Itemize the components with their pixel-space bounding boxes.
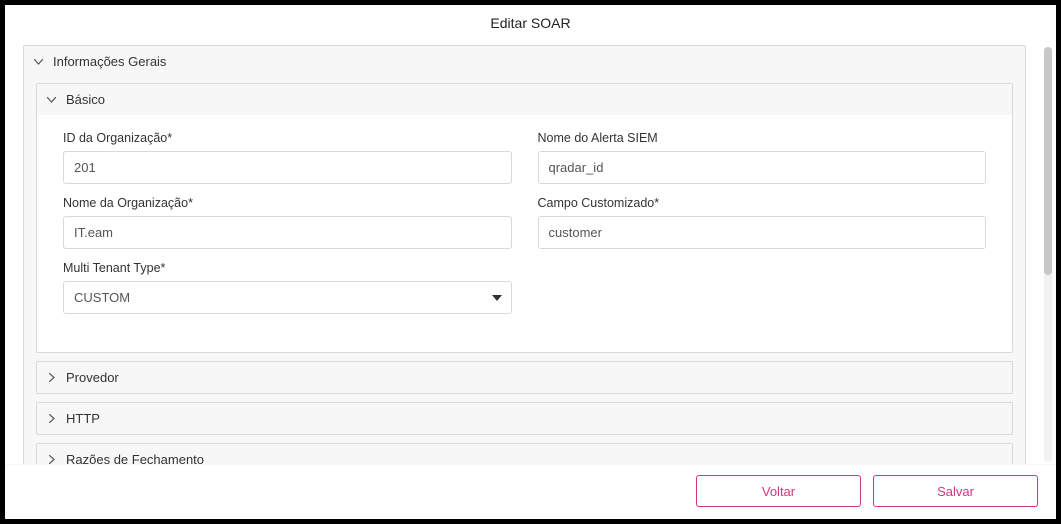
scrollbar-thumb[interactable] xyxy=(1044,47,1052,275)
panel-provedor: Provedor xyxy=(36,361,1013,394)
field-custom-field: Campo Customizado* xyxy=(538,196,987,249)
chevron-right-icon xyxy=(47,373,56,382)
back-button[interactable]: Voltar xyxy=(696,475,861,507)
label-custom-field: Campo Customizado* xyxy=(538,196,987,210)
dialog-editar-soar: Editar SOAR Informações Gerais xyxy=(5,5,1056,519)
form-row: ID da Organização* Nome da Organização* … xyxy=(63,131,986,326)
panel-http: HTTP xyxy=(36,402,1013,435)
input-org-name[interactable] xyxy=(63,216,512,249)
label-org-id: ID da Organização* xyxy=(63,131,512,145)
scrollbar-track[interactable] xyxy=(1044,47,1052,462)
chevron-down-icon xyxy=(47,95,56,104)
label-multi-tenant: Multi Tenant Type* xyxy=(63,261,512,275)
form-col-right: Nome do Alerta SIEM Campo Customizado* xyxy=(538,131,987,326)
panel-razoes-fechamento: Razões de Fechamento xyxy=(36,443,1013,464)
panel-basico: Básico ID da Organização* xyxy=(36,83,1013,353)
footer: Voltar Salvar xyxy=(5,464,1056,519)
content-scroll: Informações Gerais Básico xyxy=(5,45,1044,464)
select-multi-tenant[interactable]: CUSTOM xyxy=(63,281,512,314)
input-org-id[interactable] xyxy=(63,151,512,184)
panel-title: Razões de Fechamento xyxy=(66,452,204,464)
save-button[interactable]: Salvar xyxy=(873,475,1038,507)
field-org-name: Nome da Organização* xyxy=(63,196,512,249)
field-alert-siem: Nome do Alerta SIEM xyxy=(538,131,987,184)
input-alert-siem[interactable] xyxy=(538,151,987,184)
field-org-id: ID da Organização* xyxy=(63,131,512,184)
panel-body-basico: ID da Organização* Nome da Organização* … xyxy=(37,115,1012,352)
panel-title: HTTP xyxy=(66,411,100,426)
form-col-left: ID da Organização* Nome da Organização* … xyxy=(63,131,512,326)
chevron-right-icon xyxy=(47,455,56,464)
chevron-right-icon xyxy=(47,414,56,423)
panel-header-basico[interactable]: Básico xyxy=(37,84,1012,115)
panel-title: Provedor xyxy=(66,370,119,385)
panel-header-http[interactable]: HTTP xyxy=(37,403,1012,434)
panel-title: Informações Gerais xyxy=(53,54,166,69)
chevron-down-icon xyxy=(34,57,43,66)
field-multi-tenant: Multi Tenant Type* CUSTOM xyxy=(63,261,512,314)
panel-header-razoes-fechamento[interactable]: Razões de Fechamento xyxy=(37,444,1012,464)
select-wrap-multi-tenant: CUSTOM xyxy=(63,281,512,314)
panel-informacoes-gerais: Informações Gerais Básico xyxy=(23,45,1026,464)
label-alert-siem: Nome do Alerta SIEM xyxy=(538,131,987,145)
panel-body-informacoes-gerais: Básico ID da Organização* xyxy=(24,77,1025,464)
panel-header-provedor[interactable]: Provedor xyxy=(37,362,1012,393)
content-wrap: Informações Gerais Básico xyxy=(5,45,1056,464)
panel-header-informacoes-gerais[interactable]: Informações Gerais xyxy=(24,46,1025,77)
label-org-name: Nome da Organização* xyxy=(63,196,512,210)
page-title: Editar SOAR xyxy=(5,5,1056,45)
panel-title: Básico xyxy=(66,92,105,107)
input-custom-field[interactable] xyxy=(538,216,987,249)
